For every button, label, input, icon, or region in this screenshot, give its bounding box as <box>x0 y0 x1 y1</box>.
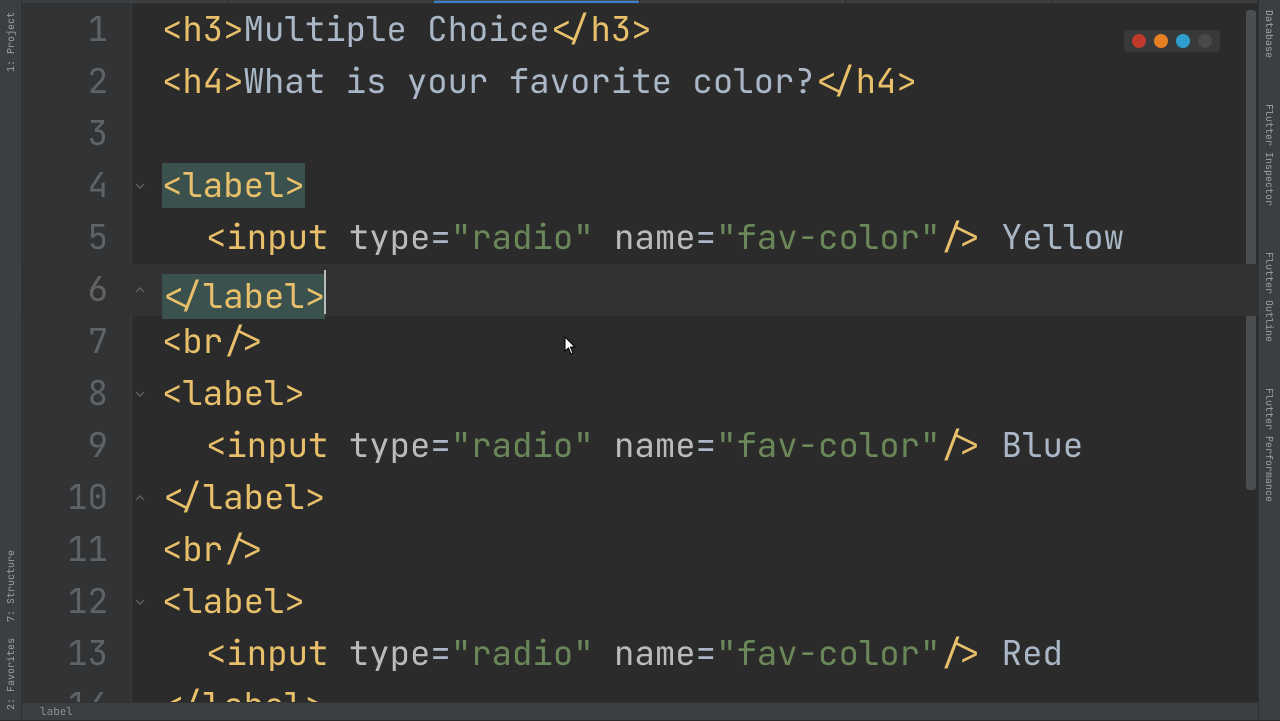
breadcrumb[interactable]: label <box>22 702 1258 720</box>
text-caret <box>324 270 326 314</box>
code-line-6[interactable]: 6 </label> <box>22 264 1258 316</box>
line-number[interactable]: 10 <box>22 472 132 524</box>
line-number[interactable]: 2 <box>22 56 132 108</box>
fold-expand-icon[interactable] <box>132 472 148 524</box>
line-number[interactable]: 4 <box>22 160 132 212</box>
code-text[interactable]: <h3>Multiple Choice</h3> <box>162 4 1244 56</box>
line-number[interactable]: 11 <box>22 524 132 576</box>
flutter-perf[interactable]: Flutter Performance <box>1263 382 1276 508</box>
fold-expand-icon[interactable] <box>132 680 148 702</box>
fold-collapse-icon[interactable] <box>132 576 148 628</box>
code-editor[interactable]: 1 <h3>Multiple Choice</h3> 2 <h4>What is yo… <box>22 4 1258 702</box>
code-text[interactable]: <br/> <box>162 524 1244 576</box>
line-number[interactable]: 9 <box>22 420 132 472</box>
code-line-9[interactable]: 9 <input type="radio" name="fav-color"/> … <box>22 420 1258 472</box>
code-line-5[interactable]: 5 <input type="radio" name="fav-color"/> … <box>22 212 1258 264</box>
database-tool[interactable]: Database <box>1263 4 1276 64</box>
line-number[interactable]: 1 <box>22 4 132 56</box>
code-text[interactable]: </label> <box>162 680 1244 702</box>
line-number[interactable]: 7 <box>22 316 132 368</box>
code-line-2[interactable]: 2 <h4>What is your favorite color?</h4> <box>22 56 1258 108</box>
code-line-1[interactable]: 1 <h3>Multiple Choice</h3> <box>22 4 1258 56</box>
left-toolwindow-bar: 1: Project 7: Structure 2: Favorites <box>0 0 22 720</box>
code-text[interactable]: <label> <box>162 368 1244 420</box>
opera-icon[interactable] <box>1198 34 1212 48</box>
line-number[interactable]: 13 <box>22 628 132 680</box>
right-toolwindow-bar: Database Flutter Inspector Flutter Outli… <box>1258 0 1280 720</box>
project-tool[interactable]: 1: Project <box>4 6 17 78</box>
chrome-icon[interactable] <box>1132 34 1146 48</box>
code-line-11[interactable]: 11 <br/> <box>22 524 1258 576</box>
code-line-8[interactable]: 8 <label> <box>22 368 1258 420</box>
fold-expand-icon[interactable] <box>132 264 148 316</box>
code-text[interactable]: </label> <box>162 264 1244 316</box>
code-text[interactable]: <input type="radio" name="fav-color"/> Y… <box>162 212 1244 264</box>
code-line-13[interactable]: 13 <input type="radio" name="fav-color"/>… <box>22 628 1258 680</box>
code-text[interactable]: <label> <box>162 576 1244 628</box>
open-in-browser-bar <box>1124 30 1220 52</box>
code-line-7[interactable]: 7 <br/> <box>22 316 1258 368</box>
fold-collapse-icon[interactable] <box>132 160 148 212</box>
code-line-4[interactable]: 4 <label> <box>22 160 1258 212</box>
code-line-14[interactable]: 14 </label> <box>22 680 1258 702</box>
line-number[interactable]: 3 <box>22 108 132 160</box>
firefox-icon[interactable] <box>1154 34 1168 48</box>
structure-tool[interactable]: 7: Structure <box>4 544 17 628</box>
code-text[interactable]: </label> <box>162 472 1244 524</box>
flutter-outline[interactable]: Flutter Outline <box>1263 246 1276 348</box>
code-line-3[interactable]: 3 <box>22 108 1258 160</box>
flutter-inspector[interactable]: Flutter Inspector <box>1263 98 1276 212</box>
line-number[interactable]: 14 <box>22 680 132 702</box>
line-number[interactable]: 8 <box>22 368 132 420</box>
favorites-tool[interactable]: 2: Favorites <box>4 632 17 716</box>
code-text[interactable]: <input type="radio" name="fav-color"/> B… <box>162 420 1244 472</box>
safari-icon[interactable] <box>1176 34 1190 48</box>
code-text[interactable]: <br/> <box>162 316 1244 368</box>
line-number[interactable]: 6 <box>22 264 132 316</box>
code-text[interactable]: <input type="radio" name="fav-color"/> R… <box>162 628 1244 680</box>
code-line-12[interactable]: 12 <label> <box>22 576 1258 628</box>
code-line-10[interactable]: 10 </label> <box>22 472 1258 524</box>
line-number[interactable]: 5 <box>22 212 132 264</box>
line-number[interactable]: 12 <box>22 576 132 628</box>
code-text[interactable]: <label> <box>162 160 1244 212</box>
fold-collapse-icon[interactable] <box>132 368 148 420</box>
code-text[interactable] <box>162 108 1244 160</box>
code-text[interactable]: <h4>What is your favorite color?</h4> <box>162 56 1244 108</box>
